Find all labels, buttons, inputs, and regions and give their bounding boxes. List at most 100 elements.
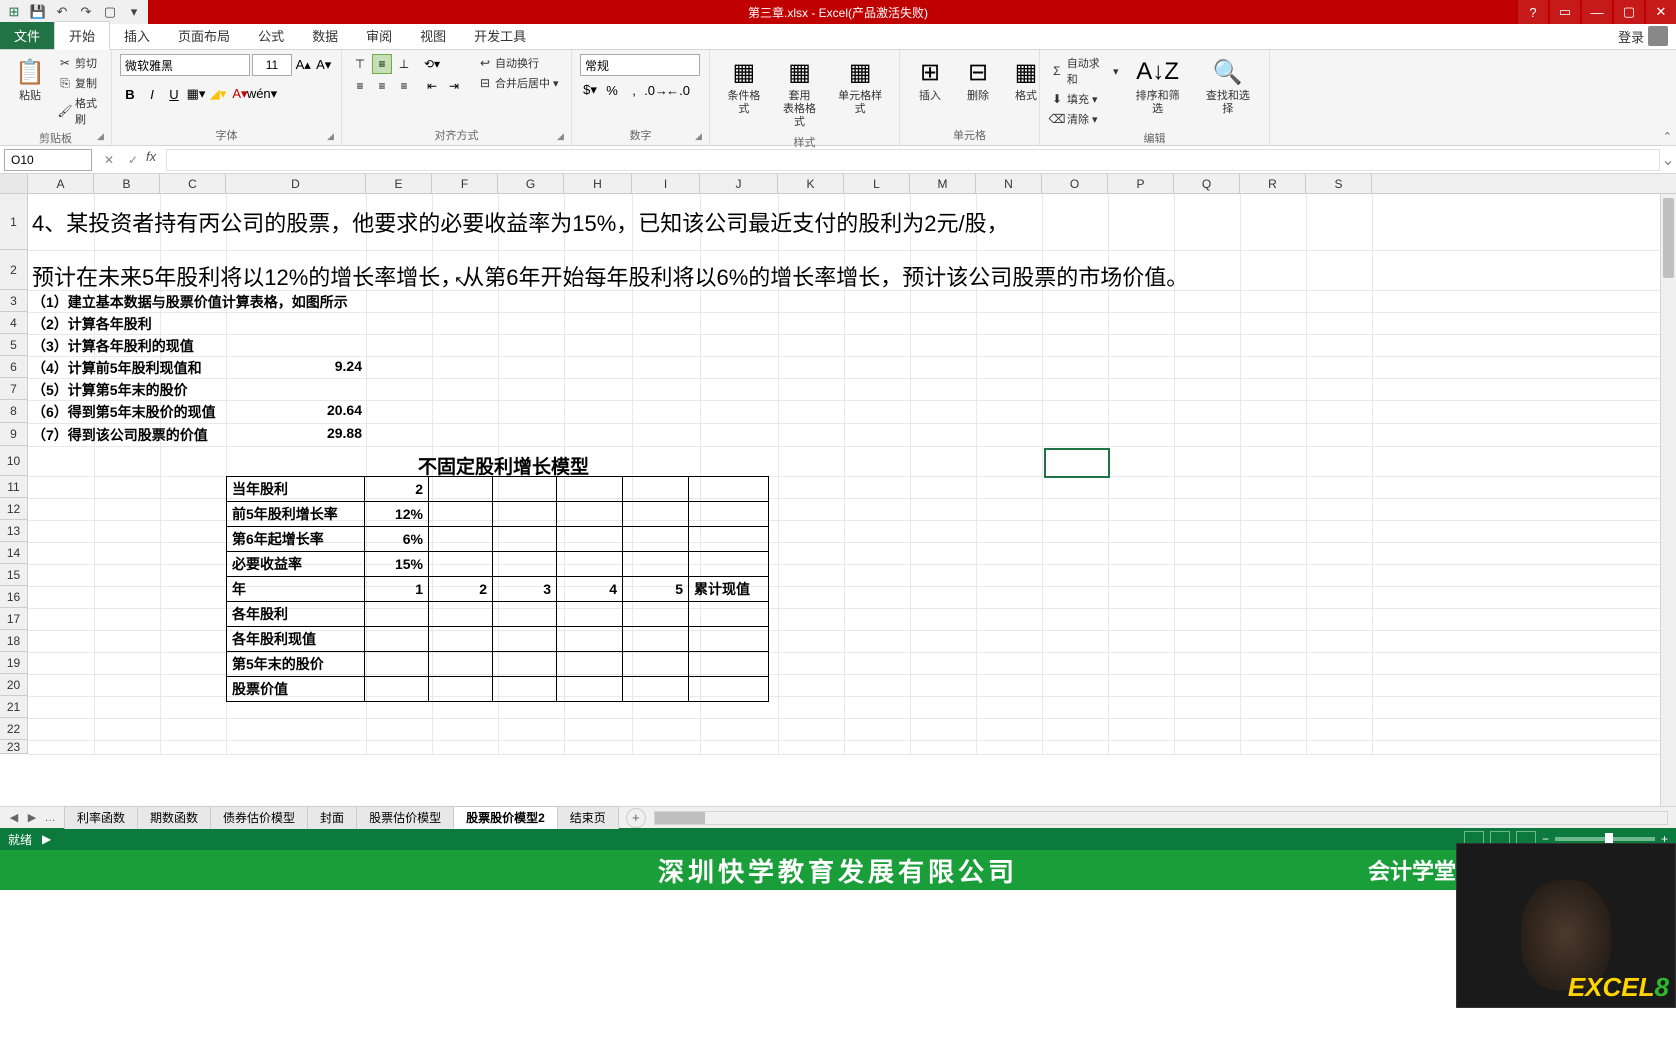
phonetic-button[interactable]: wén▾ xyxy=(252,84,272,104)
col-header-j[interactable]: J xyxy=(700,174,778,193)
row-header-17[interactable]: 17 xyxy=(0,608,27,630)
row-header-11[interactable]: 11 xyxy=(0,476,27,498)
col-header-q[interactable]: Q xyxy=(1174,174,1240,193)
table-cell[interactable]: 5 xyxy=(623,577,689,602)
align-right-icon[interactable]: ≡ xyxy=(394,76,414,96)
tab-review[interactable]: 审阅 xyxy=(352,22,406,49)
sheet-tab-2[interactable]: 债券估价模型 xyxy=(210,806,308,829)
table-cell[interactable] xyxy=(557,477,623,502)
row-header-14[interactable]: 14 xyxy=(0,542,27,564)
table-cell[interactable]: 12% xyxy=(365,502,429,527)
comma-icon[interactable]: , xyxy=(624,80,644,100)
table-cell[interactable] xyxy=(365,652,429,677)
col-header-r[interactable]: R xyxy=(1240,174,1306,193)
hscroll-thumb[interactable] xyxy=(655,812,705,824)
table-cell[interactable] xyxy=(557,502,623,527)
align-top-icon[interactable]: ⊤ xyxy=(350,54,370,74)
font-size-select[interactable] xyxy=(252,54,292,76)
row-header-12[interactable]: 12 xyxy=(0,498,27,520)
zoom-slider[interactable] xyxy=(1555,837,1655,841)
col-header-k[interactable]: K xyxy=(778,174,844,193)
row-header-9[interactable]: 9 xyxy=(0,423,27,446)
table-cell[interactable]: 3 xyxy=(493,577,557,602)
fill-button[interactable]: ⬇填充▾ xyxy=(1048,90,1121,108)
wrap-text-button[interactable]: ↩自动换行 xyxy=(476,54,561,72)
italic-button[interactable]: I xyxy=(142,84,162,104)
table-cell[interactable] xyxy=(623,677,689,702)
fill-color-button[interactable]: ◢▾ xyxy=(208,84,228,104)
table-cell[interactable] xyxy=(429,677,493,702)
col-header-c[interactable]: C xyxy=(160,174,226,193)
table-cell[interactable]: 2 xyxy=(365,477,429,502)
percent-icon[interactable]: % xyxy=(602,80,622,100)
table-cell[interactable]: 2 xyxy=(429,577,493,602)
table-cell[interactable] xyxy=(623,502,689,527)
expand-formula-icon[interactable]: ⌄ xyxy=(1660,150,1676,170)
table-cell[interactable] xyxy=(493,502,557,527)
sheet-tab-1[interactable]: 期数函数 xyxy=(137,806,211,829)
table-cell[interactable] xyxy=(689,502,769,527)
table-cell[interactable]: 各年股利 xyxy=(227,602,365,627)
table-cell[interactable] xyxy=(557,627,623,652)
row-header-21[interactable]: 21 xyxy=(0,696,27,718)
macro-icon[interactable]: ▶ xyxy=(42,832,51,846)
save-icon[interactable]: 💾 xyxy=(30,4,46,20)
table-cell[interactable] xyxy=(493,477,557,502)
align-launcher-icon[interactable]: ◢ xyxy=(557,131,569,143)
table-cell[interactable]: 必要收益率 xyxy=(227,552,365,577)
table-cell[interactable] xyxy=(689,527,769,552)
row-header-23[interactable]: 23 xyxy=(0,740,27,754)
table-cell[interactable] xyxy=(689,652,769,677)
indent-inc-icon[interactable]: ⇥ xyxy=(444,76,464,96)
table-cell[interactable] xyxy=(689,602,769,627)
inc-decimal-icon[interactable]: .0→ xyxy=(646,80,666,100)
close-icon[interactable]: ✕ xyxy=(1646,0,1676,24)
table-cell[interactable] xyxy=(623,652,689,677)
row-header-19[interactable]: 19 xyxy=(0,652,27,674)
table-cell[interactable] xyxy=(429,627,493,652)
grow-font-icon[interactable]: A▴ xyxy=(294,55,313,75)
col-header-e[interactable]: E xyxy=(366,174,432,193)
login-link[interactable]: 登录 xyxy=(1618,26,1668,46)
table-cell[interactable] xyxy=(429,652,493,677)
help-icon[interactable]: ? xyxy=(1518,0,1548,24)
row-header-22[interactable]: 22 xyxy=(0,718,27,740)
cell-style-button[interactable]: ▦单元格样式 xyxy=(829,54,891,118)
col-header-f[interactable]: F xyxy=(432,174,498,193)
collapse-ribbon-icon[interactable]: ⌃ xyxy=(1663,130,1672,143)
row-header-2[interactable]: 2 xyxy=(0,250,27,290)
sheet-tab-0[interactable]: 利率函数 xyxy=(64,806,138,829)
col-header-l[interactable]: L xyxy=(844,174,910,193)
row-header-10[interactable]: 10 xyxy=(0,446,27,476)
table-cell[interactable]: 前5年股利增长率 xyxy=(227,502,365,527)
table-cell[interactable] xyxy=(557,527,623,552)
row-header-13[interactable]: 13 xyxy=(0,520,27,542)
delete-cells-button[interactable]: ⊟删除 xyxy=(956,54,1000,105)
tab-dev[interactable]: 开发工具 xyxy=(460,22,540,49)
redo-icon[interactable]: ↷ xyxy=(78,4,94,20)
horizontal-scrollbar[interactable] xyxy=(654,811,1668,825)
row-header-6[interactable]: 6 xyxy=(0,356,27,378)
format-painter-button[interactable]: 🖌格式刷 xyxy=(56,94,103,128)
table-cell[interactable] xyxy=(689,552,769,577)
align-bottom-icon[interactable]: ⊥ xyxy=(394,54,414,74)
table-cell[interactable] xyxy=(365,602,429,627)
table-cell[interactable] xyxy=(429,527,493,552)
font-launcher-icon[interactable]: ◢ xyxy=(327,131,339,143)
table-cell[interactable] xyxy=(689,477,769,502)
table-cell[interactable] xyxy=(493,552,557,577)
new-icon[interactable]: ▢ xyxy=(102,4,118,20)
table-cell[interactable]: 第5年末的股价 xyxy=(227,652,365,677)
col-header-p[interactable]: P xyxy=(1108,174,1174,193)
tab-file[interactable]: 文件 xyxy=(0,22,54,49)
row-header-15[interactable]: 15 xyxy=(0,564,27,586)
table-cell[interactable] xyxy=(365,677,429,702)
tab-home[interactable]: 开始 xyxy=(54,21,110,50)
col-header-i[interactable]: I xyxy=(632,174,700,193)
table-cell[interactable]: 15% xyxy=(365,552,429,577)
row-header-3[interactable]: 3 xyxy=(0,290,27,312)
align-center-icon[interactable]: ≡ xyxy=(372,76,392,96)
qat-dropdown-icon[interactable]: ▾ xyxy=(126,4,142,20)
col-header-m[interactable]: M xyxy=(910,174,976,193)
tab-view[interactable]: 视图 xyxy=(406,22,460,49)
